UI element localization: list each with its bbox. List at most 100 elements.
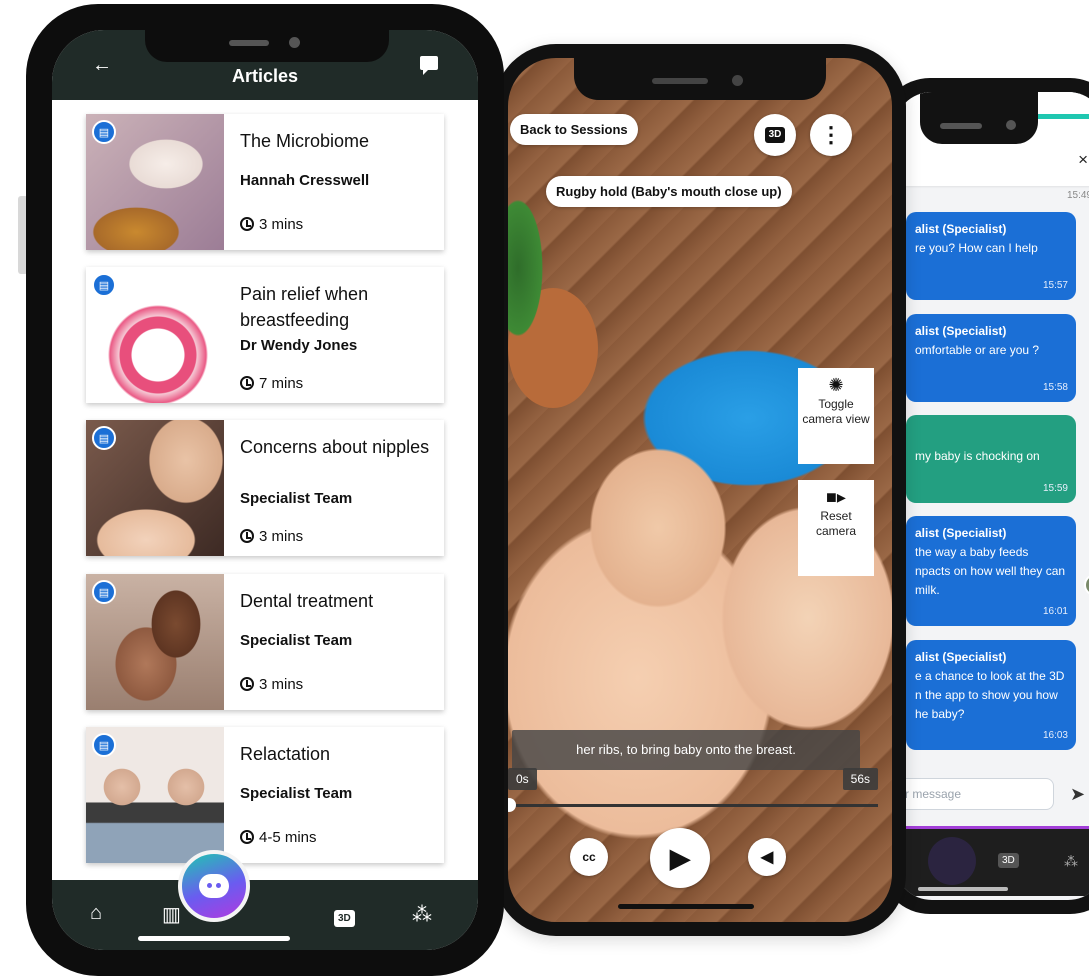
clock-icon	[240, 376, 254, 390]
read-time-text: 4-5 mins	[259, 829, 317, 846]
nav-3d-button[interactable]: 3D	[334, 904, 355, 927]
message-sender: alist (Specialist)	[915, 324, 1007, 338]
article-read-time: 3 mins	[240, 676, 303, 693]
video-phone: Back to Sessions 3D ⋮ Rugby hold (Baby's…	[494, 44, 906, 936]
volume-icon: ◀	[760, 849, 774, 866]
article-author: Dr Wendy Jones	[240, 337, 358, 354]
assistant-fab-icon[interactable]	[928, 837, 976, 885]
assistant-fab-button[interactable]	[178, 850, 250, 922]
volume-button[interactable]: ◀	[748, 838, 786, 876]
video-screen: Back to Sessions 3D ⋮ Rugby hold (Baby's…	[508, 58, 892, 922]
chat-message-bubble: alist (Specialist) e a chance to look at…	[906, 640, 1076, 750]
chat-screen: × 15:49 alist (Specialist) re you? How c…	[894, 92, 1089, 900]
family-icon[interactable]: ⁂	[1064, 853, 1078, 870]
article-card[interactable]: ▤ The Microbiome Hannah Cresswell 3 mins	[86, 114, 444, 250]
article-card[interactable]: ▤ Relactation Specialist Team 4-5 mins	[86, 727, 444, 863]
clock-icon	[240, 677, 254, 691]
clock-icon	[240, 529, 254, 543]
message-sender: alist (Specialist)	[915, 222, 1007, 236]
message-time: 15:57	[1042, 280, 1068, 291]
promo-scene: × 15:49 alist (Specialist) re you? How c…	[0, 0, 1089, 977]
article-author: Specialist Team	[240, 490, 353, 507]
article-read-time: 3 mins	[240, 528, 303, 545]
view-3d-button[interactable]: 3D	[754, 114, 796, 156]
message-sender: alist (Specialist)	[915, 650, 1007, 664]
3d-icon: 3D	[764, 127, 786, 143]
message-text: the way a baby feeds npacts on how well …	[915, 545, 1066, 597]
toggle-camera-button[interactable]: ✺ Toggle camera view	[798, 368, 874, 464]
time-total: 56s	[842, 768, 878, 790]
message-time: 15:59	[1042, 483, 1068, 494]
message-text: omfortable or are you ?	[915, 343, 1040, 357]
article-read-time: 4-5 mins	[240, 829, 317, 846]
chat-icon[interactable]	[420, 56, 438, 75]
message-time: 16:01	[1042, 606, 1068, 617]
user-avatar	[1084, 574, 1089, 596]
article-badge-icon: ▤	[92, 733, 116, 757]
read-time-text: 3 mins	[259, 216, 304, 233]
article-title: Relactation	[240, 744, 331, 764]
time-elapsed: 0s	[508, 768, 537, 790]
video-camera-icon: ■▸	[826, 487, 846, 507]
article-author: Specialist Team	[240, 632, 353, 649]
chat-message-bubble: alist (Specialist) the way a baby feeds …	[906, 516, 1076, 626]
page-title: Articles	[231, 66, 299, 86]
message-time: 15:58	[1042, 382, 1068, 393]
seek-bar[interactable]	[508, 804, 878, 807]
library-icon[interactable]: ▥	[162, 902, 181, 927]
read-time-text: 3 mins	[259, 676, 304, 693]
message-text: e a chance to look at the 3D n the app t…	[915, 669, 1065, 721]
clock-icon	[240, 217, 254, 231]
article-list: ▤ The Microbiome Hannah Cresswell 3 mins…	[52, 100, 478, 880]
article-card[interactable]: ▤ Dental treatment Specialist Team 3 min…	[86, 574, 444, 710]
chat-phone: × 15:49 alist (Specialist) re you? How c…	[880, 78, 1089, 914]
chat-message-bubble: alist (Specialist) omfortable or are you…	[906, 314, 1076, 402]
message-text: my baby is chocking on	[915, 449, 1040, 463]
seek-handle[interactable]	[508, 798, 516, 812]
play-icon: ▶	[670, 842, 690, 873]
articles-phone-notch	[145, 30, 389, 62]
article-title: Dental treatment	[240, 591, 374, 611]
3d-icon: 3D	[334, 910, 355, 927]
article-read-time: 3 mins	[240, 216, 303, 233]
articles-screen: ← Articles ▤ The Microbiome Hannah Cress…	[52, 30, 478, 950]
home-indicator	[918, 887, 1008, 891]
close-icon[interactable]: ×	[1078, 150, 1088, 170]
video-caption: her ribs, to bring baby onto the breast.	[512, 730, 860, 770]
message-timestamp: 15:49	[1066, 190, 1089, 201]
plant-scene	[508, 138, 568, 378]
chat-bottom-nav: 3D ⁂	[894, 826, 1089, 896]
chat-phone-notch	[920, 92, 1038, 144]
3d-icon[interactable]: 3D	[998, 853, 1019, 868]
article-title: Concerns about nipples	[240, 437, 430, 457]
article-badge-icon: ▤	[92, 120, 116, 144]
article-read-time: 7 mins	[240, 375, 303, 392]
article-badge-icon: ▤	[92, 580, 116, 604]
home-icon[interactable]: ⌂	[90, 902, 102, 925]
article-title: Pain relief when breastfeeding	[240, 284, 369, 330]
video-phone-notch	[574, 58, 826, 100]
back-to-sessions-button[interactable]: Back to Sessions	[510, 114, 638, 145]
article-title: The Microbiome	[240, 131, 370, 151]
read-time-text: 3 mins	[259, 528, 304, 545]
article-badge-icon: ▤	[92, 426, 116, 450]
more-dots-icon: ⋮	[820, 122, 842, 147]
message-text: re you? How can I help	[915, 241, 1038, 255]
article-card[interactable]: ▤ Pain relief when breastfeeding Dr Wend…	[86, 267, 444, 403]
message-input[interactable]: r message	[894, 778, 1054, 810]
reset-camera-button[interactable]: ■▸ Reset camera	[798, 480, 874, 576]
articles-phone: ← Articles ▤ The Microbiome Hannah Cress…	[26, 4, 504, 976]
article-card[interactable]: ▤ Concerns about nipples Specialist Team…	[86, 420, 444, 556]
home-indicator	[138, 936, 290, 941]
message-sender: alist (Specialist)	[915, 526, 1007, 540]
toggle-camera-label: Toggle camera view	[802, 397, 870, 426]
clock-icon	[240, 830, 254, 844]
play-button[interactable]: ▶	[650, 828, 710, 888]
send-icon[interactable]: ➤	[1070, 784, 1085, 805]
more-options-button[interactable]: ⋮	[810, 114, 852, 156]
chat-message-bubble: alist (Specialist) re you? How can I hel…	[906, 212, 1076, 300]
family-icon[interactable]: ⁂	[412, 902, 432, 927]
closed-captions-button[interactable]: cc	[570, 838, 608, 876]
article-author: Hannah Cresswell	[240, 172, 370, 189]
read-time-text: 7 mins	[259, 375, 304, 392]
